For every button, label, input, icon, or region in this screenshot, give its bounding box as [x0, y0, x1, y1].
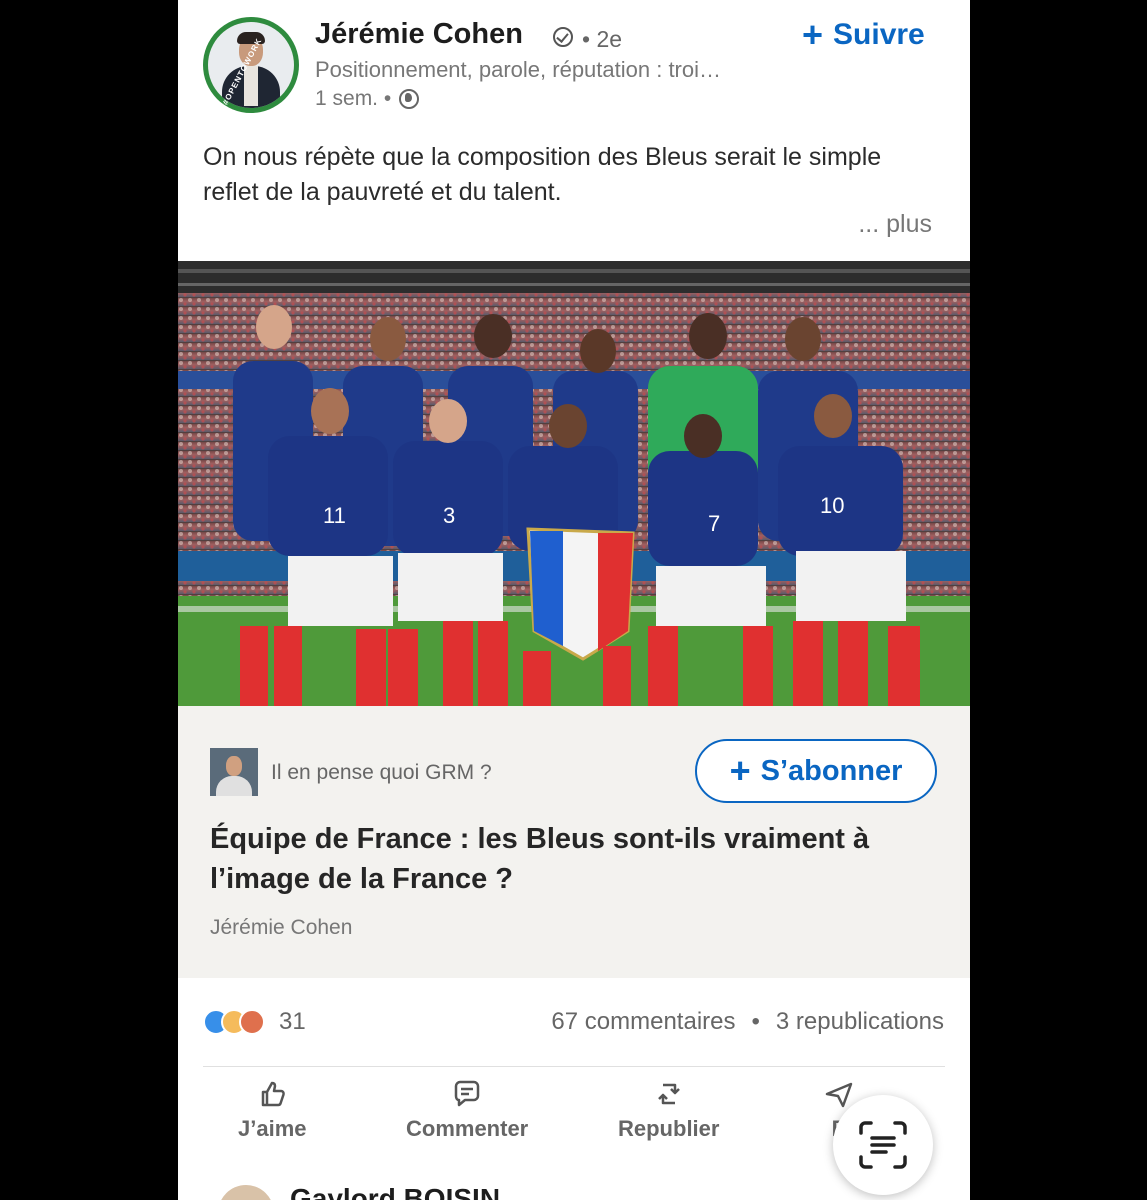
scan-text-icon: [859, 1121, 907, 1169]
feed-screen: #OPENTOWORK Jérémie Cohen • 2e + Suivre …: [178, 0, 970, 1200]
svg-text:3: 3: [443, 503, 455, 528]
author-avatar[interactable]: #OPENTOWORK: [203, 17, 299, 113]
post-timestamp: 1 sem. •: [315, 87, 420, 111]
like-button[interactable]: J’aime: [238, 1078, 307, 1142]
next-author-name[interactable]: Gaylord BOISIN: [290, 1183, 500, 1200]
love-icon: [239, 1009, 265, 1035]
reaction-count: 31: [279, 1008, 306, 1035]
comments-count[interactable]: 67 commentaires: [551, 1008, 735, 1036]
see-more-link[interactable]: ... plus: [858, 210, 932, 239]
plus-icon: +: [802, 14, 824, 55]
svg-text:7: 7: [708, 511, 720, 536]
author-headline: Positionnement, parole, réputation : tro…: [315, 57, 722, 82]
post-text: On nous répète que la composition des Bl…: [203, 143, 882, 206]
team-photo-icon: 11 3 7 10: [178, 261, 970, 706]
like-label: J’aime: [238, 1116, 307, 1141]
connection-degree: • 2e: [582, 26, 623, 52]
repost-button[interactable]: Republier: [618, 1078, 719, 1142]
divider: [203, 1066, 945, 1067]
svg-text:11: 11: [323, 503, 346, 528]
subscribe-label: S’abonner: [760, 754, 903, 787]
svg-text:10: 10: [820, 493, 844, 518]
author-photo: [208, 22, 294, 108]
newsletter-avatar: [210, 748, 258, 796]
follow-label: Suivre: [833, 18, 925, 51]
send-icon: [825, 1082, 853, 1108]
repost-icon: [657, 1083, 680, 1105]
article-card[interactable]: Il en pense quoi GRM ? + S’abonner Équip…: [178, 706, 970, 978]
plus-icon: +: [729, 750, 751, 791]
article-title[interactable]: Équipe de France : les Bleus sont-ils vr…: [210, 819, 940, 899]
verified-icon: [553, 27, 573, 47]
engagement-counts: 67 commentaires • 3 republications: [551, 1008, 944, 1036]
newsletter-name[interactable]: Il en pense quoi GRM ?: [271, 761, 492, 785]
separator: •: [751, 1008, 760, 1035]
author-name[interactable]: Jérémie Cohen: [315, 18, 523, 51]
scan-text-button[interactable]: [833, 1095, 933, 1195]
repost-label: Republier: [618, 1116, 720, 1141]
reactions-summary[interactable]: 31: [203, 1008, 306, 1036]
comment-label: Commenter: [406, 1116, 529, 1141]
follow-button[interactable]: + Suivre: [802, 17, 925, 53]
article-author: Jérémie Cohen: [210, 916, 353, 939]
comment-icon: [454, 1080, 480, 1107]
timestamp-text: 1 sem. •: [315, 87, 392, 110]
thumbs-up-icon: [262, 1081, 286, 1107]
comment-button[interactable]: Commenter: [406, 1078, 528, 1142]
reposts-count[interactable]: 3 republications: [776, 1008, 944, 1036]
post-image[interactable]: 11 3 7 10: [178, 261, 970, 706]
next-author-avatar[interactable]: [218, 1185, 274, 1200]
subscribe-button[interactable]: + S’abonner: [695, 739, 937, 803]
globe-icon: [399, 89, 420, 109]
